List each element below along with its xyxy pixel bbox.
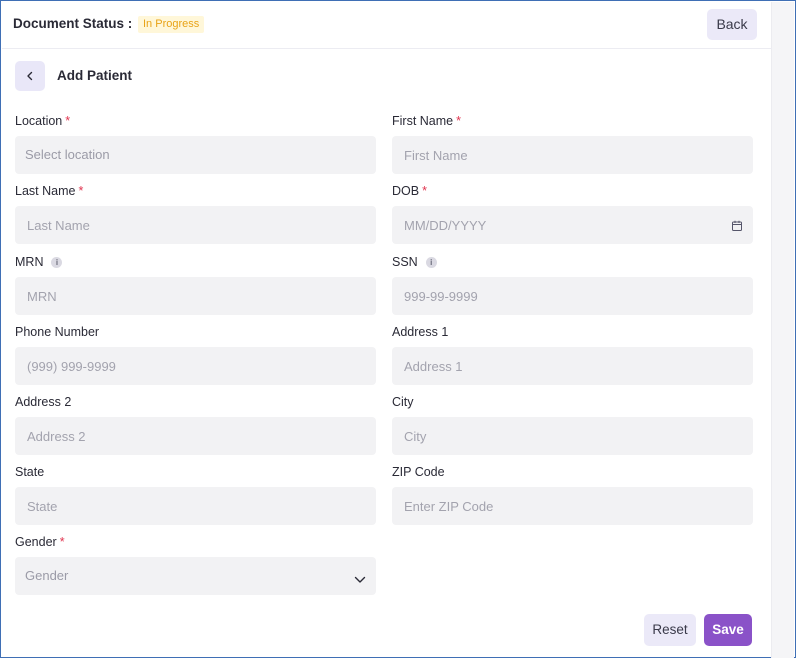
calendar-icon[interactable]: [731, 219, 743, 237]
last-name-label: Last Name *: [15, 184, 376, 200]
mrn-input[interactable]: [15, 277, 376, 315]
location-label: Location *: [15, 114, 376, 130]
mrn-label: MRN i: [15, 255, 376, 271]
zip-field: ZIP Code: [392, 465, 753, 525]
back-button[interactable]: Back: [707, 9, 757, 40]
dob-label-text: DOB: [392, 184, 420, 198]
state-field: State: [15, 465, 376, 525]
dob-input-wrap: [392, 206, 753, 244]
required-marker: *: [422, 184, 427, 198]
address2-field: Address 2: [15, 395, 376, 455]
address2-label: Address 2: [15, 395, 72, 409]
state-input-wrap: [15, 487, 376, 525]
save-button[interactable]: Save: [704, 614, 752, 646]
scrollbar-track[interactable]: [771, 2, 794, 658]
location-select-placeholder: Select location: [25, 147, 110, 162]
reset-button[interactable]: Reset: [644, 614, 696, 646]
gender-label: Gender *: [15, 535, 376, 551]
address1-label: Address 1: [392, 325, 449, 339]
zip-input-wrap: [392, 487, 753, 525]
required-marker: *: [78, 184, 84, 198]
required-marker: *: [65, 114, 71, 128]
gender-select[interactable]: Gender: [15, 557, 376, 595]
location-field: Location * Select location: [15, 114, 376, 174]
gender-label-text: Gender: [15, 535, 57, 549]
required-marker: *: [59, 535, 65, 549]
last-name-field: Last Name *: [15, 184, 376, 244]
location-select[interactable]: Select location: [15, 136, 376, 174]
first-name-label: First Name *: [392, 114, 753, 130]
document-header: Document Status : In Progress Back: [2, 2, 772, 49]
chevron-left-icon: [27, 71, 33, 81]
first-name-label-text: First Name: [392, 114, 454, 128]
dob-input[interactable]: [392, 206, 753, 244]
info-icon[interactable]: i: [425, 257, 437, 268]
go-back-button[interactable]: [15, 61, 45, 91]
city-input[interactable]: [392, 417, 753, 455]
last-name-input-wrap: [15, 206, 376, 244]
first-name-field: First Name *: [392, 114, 753, 174]
document-status-label: Document Status :: [13, 16, 133, 31]
state-label: State: [15, 465, 45, 479]
ssn-input[interactable]: [392, 277, 753, 315]
app-window: Document Status : In Progress Back Add P…: [0, 0, 796, 658]
city-label: City: [392, 395, 414, 409]
address1-input[interactable]: [392, 347, 753, 385]
page-title: Add Patient: [57, 68, 133, 83]
required-marker: *: [456, 114, 461, 128]
gender-field: Gender * Gender: [15, 535, 376, 595]
phone-input-wrap: [15, 347, 376, 385]
address1-field: Address 1: [392, 325, 753, 385]
mrn-input-wrap: [15, 277, 376, 315]
city-field: City: [392, 395, 753, 455]
dob-field: DOB *: [392, 184, 753, 244]
phone-input[interactable]: [15, 347, 376, 385]
location-label-text: Location: [15, 114, 63, 128]
last-name-label-text: Last Name: [15, 184, 76, 198]
phone-field: Phone Number: [15, 325, 376, 385]
zip-label: ZIP Code: [392, 465, 445, 479]
dob-label: DOB *: [392, 184, 753, 200]
city-input-wrap: [392, 417, 753, 455]
phone-label: Phone Number: [15, 325, 100, 339]
ssn-input-wrap: [392, 277, 753, 315]
address2-input-wrap: [15, 417, 376, 455]
address2-input[interactable]: [15, 417, 376, 455]
ssn-field: SSN i: [392, 255, 753, 315]
state-input[interactable]: [15, 487, 376, 525]
chevron-down-icon: [354, 571, 366, 589]
address1-input-wrap: [392, 347, 753, 385]
first-name-input[interactable]: [392, 136, 753, 174]
info-icon[interactable]: i: [51, 257, 63, 268]
mrn-field: MRN i: [15, 255, 376, 315]
ssn-label: SSN i: [392, 255, 753, 271]
last-name-input[interactable]: [15, 206, 376, 244]
status-badge: In Progress: [138, 16, 205, 33]
ssn-label-text: SSN: [392, 255, 418, 269]
zip-input[interactable]: [392, 487, 753, 525]
first-name-input-wrap: [392, 136, 753, 174]
mrn-label-text: MRN: [15, 255, 44, 269]
gender-selected-value: Gender: [25, 568, 69, 583]
